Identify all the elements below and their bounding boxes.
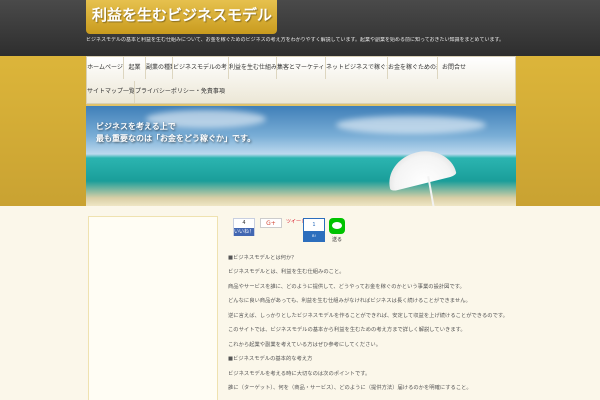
article-heading: ■ビジネスモデルの基本的な考え方: [228, 356, 313, 362]
hero-headline-line2: 最も重要なのは「お金をどう稼ぐか」です。: [96, 134, 256, 143]
nav-item-startup[interactable]: 起業: [124, 57, 146, 79]
article-paragraph: どんなに良い商品があっても、利益を生む仕組みがなければビジネスは長く続けることが…: [228, 298, 471, 304]
article-paragraph: このサイトでは、ビジネスモデルの基本から利益を生むための考え方まで詳しく解説して…: [228, 327, 466, 333]
site-header: 利益を生むビジネスモデル ビジネスモデルの基本と利益を生む仕組みについて、お金を…: [0, 0, 600, 56]
nav-item-home[interactable]: ホームページ: [87, 57, 124, 79]
global-nav: ホームページ 起業 副業の種類 ビジネスモデルの考え方 利益を生む仕組みとは 集…: [86, 56, 516, 104]
hero-cloud: [336, 116, 486, 134]
nav-item-business-model[interactable]: ビジネスモデルの考え方: [173, 57, 229, 79]
nav-item-sitemap[interactable]: サイトマップ一覧: [87, 81, 135, 103]
beach-umbrella-icon: [383, 144, 457, 192]
hatena-bookmark-label: B!: [304, 231, 324, 241]
nav-item-money-basics[interactable]: お金を稼ぐための基本知識: [388, 57, 438, 79]
article-paragraph: これから起業や副業を考えている方はぜひ参考にしてください。: [228, 342, 382, 348]
hero-banner: ビジネスを考える上で 最も重要なのは「お金をどう稼ぐか」です。: [86, 104, 516, 206]
article-paragraph: ビジネスモデルを考える時に大切なのは次のポイントです。: [228, 371, 371, 377]
facebook-like-button[interactable]: 4 いいね！: [233, 218, 255, 236]
facebook-like-label: いいね！: [234, 228, 255, 236]
nav-item-net-business[interactable]: ネットビジネスで稼ぐための方法: [326, 57, 388, 79]
sidebar: [88, 216, 218, 400]
hero-headline-line1: ビジネスを考える上で: [96, 122, 176, 131]
article-paragraph: 逆に言えば、しっかりとしたビジネスモデルを作ることができれば、安定して収益を上げ…: [228, 313, 508, 319]
nav-item-privacy[interactable]: プライバシーポリシー・免責事項について: [135, 81, 225, 103]
line-icon: [332, 222, 342, 229]
article-paragraph: ビジネスモデルとは、利益を生む仕組みのこと。: [228, 269, 345, 275]
article-heading: ■ビジネスモデルとは何か？: [228, 255, 297, 261]
article-paragraph: 誰に（ターゲット）、何を（商品・サービス）、どのように（提供方法）届けるのかを明…: [228, 385, 472, 391]
line-share-label: 送る: [331, 237, 342, 243]
site-tagline: ビジネスモデルの基本と利益を生む仕組みについて、お金を稼ぐためのビジネスの考え方…: [86, 37, 505, 43]
line-share-button[interactable]: [329, 218, 345, 234]
site-logo[interactable]: 利益を生むビジネスモデル: [86, 0, 277, 34]
article-paragraph: 商品やサービスを誰に、どのように提供して、どうやってお金を稼ぐのかという事業の設…: [228, 284, 465, 290]
facebook-like-count: 4: [242, 220, 246, 226]
nav-item-contact[interactable]: お問合せ: [438, 57, 470, 79]
nav-item-profit[interactable]: 利益を生む仕組みとは: [229, 57, 277, 79]
hatena-bookmark-button[interactable]: 1 B!: [303, 218, 325, 242]
nav-item-side-business[interactable]: 副業の種類: [146, 57, 173, 79]
nav-item-marketing[interactable]: 集客とマーケティング: [277, 57, 326, 79]
hatena-bookmark-count: 1: [312, 222, 316, 228]
google-plus-button[interactable]: G+: [260, 218, 282, 228]
